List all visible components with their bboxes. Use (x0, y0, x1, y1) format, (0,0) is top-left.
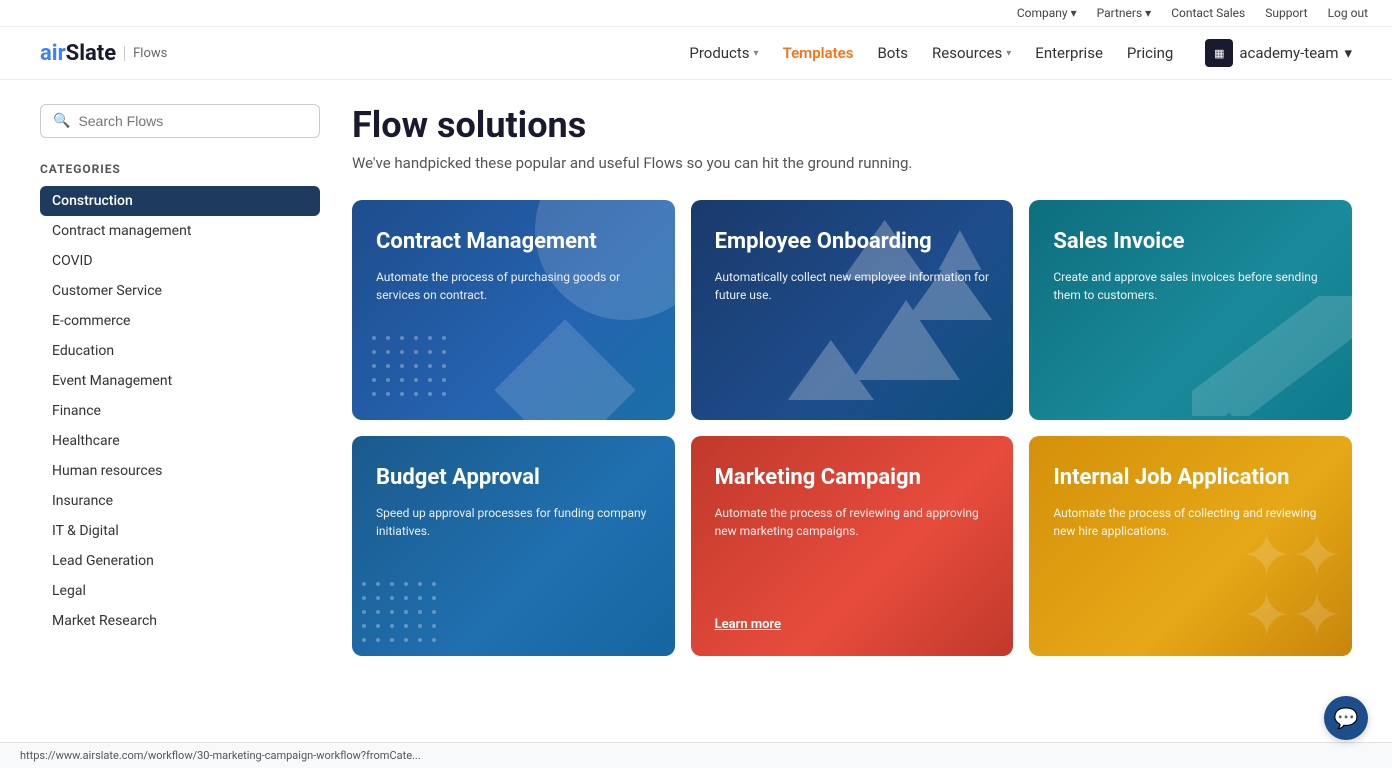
sidebar-item-healthcare[interactable]: Healthcare (40, 426, 320, 456)
page-title: Flow solutions (352, 104, 1352, 146)
logo-flows: Flows (124, 46, 167, 61)
sidebar-item-covid[interactable]: COVID (40, 246, 320, 276)
card-title: Employee Onboarding (715, 228, 990, 256)
nav-pricing[interactable]: Pricing (1127, 44, 1173, 62)
chat-icon: 💬 (1334, 706, 1359, 730)
page-subtitle: We've handpicked these popular and usefu… (352, 154, 1352, 172)
nav-bots[interactable]: Bots (877, 44, 908, 62)
logo[interactable]: airSlate Flows (40, 41, 167, 66)
chat-button[interactable]: 💬 (1324, 696, 1368, 740)
page-container: 🔍 CATEGORIES Construction Contract manag… (0, 80, 1392, 680)
topbar: Company ▾ Partners ▾ Contact Sales Suppo… (0, 0, 1392, 27)
card-desc: Automate the process of reviewing and ap… (715, 504, 990, 540)
learn-more-link[interactable]: Learn more (715, 601, 990, 632)
bottom-bar: https://www.airslate.com/workflow/30-mar… (0, 742, 1392, 768)
academy-team-menu[interactable]: ▦ academy-team ▾ (1205, 39, 1352, 67)
card-employee-onboarding[interactable]: Employee Onboarding Automatically collec… (691, 200, 1014, 420)
card-internal-job-application[interactable]: Internal Job Application Automate the pr… (1029, 436, 1352, 656)
card-title: Sales Invoice (1053, 228, 1328, 256)
search-box: 🔍 (40, 104, 320, 138)
card-desc: Create and approve sales invoices before… (1053, 268, 1328, 304)
card-desc: Automate the process of purchasing goods… (376, 268, 651, 304)
topbar-logout[interactable]: Log out (1328, 6, 1368, 20)
sidebar-item-human-resources[interactable]: Human resources (40, 456, 320, 486)
categories-label: CATEGORIES (40, 162, 320, 176)
dots-decoration (372, 336, 450, 400)
bottom-url: https://www.airslate.com/workflow/30-mar… (20, 749, 421, 762)
search-input[interactable] (78, 113, 307, 129)
nav-resources[interactable]: Resources ▾ (932, 44, 1011, 62)
card-title: Budget Approval (376, 464, 651, 492)
sidebar: 🔍 CATEGORIES Construction Contract manag… (40, 104, 320, 656)
nav-products[interactable]: Products ▾ (689, 44, 758, 62)
search-icon: 🔍 (53, 113, 70, 129)
nav-templates[interactable]: Templates (783, 44, 854, 62)
card-desc: Speed up approval processes for funding … (376, 504, 651, 540)
sidebar-item-construction[interactable]: Construction (40, 186, 320, 216)
chevron-down-icon: ▾ (1006, 48, 1011, 59)
sidebar-list: Construction Contract management COVID C… (40, 186, 320, 636)
navbar: airSlate Flows Products ▾ Templates Bots… (0, 27, 1392, 80)
card-contract-management[interactable]: Contract Management Automate the process… (352, 200, 675, 420)
card-title: Internal Job Application (1053, 464, 1328, 492)
sidebar-item-event-management[interactable]: Event Management (40, 366, 320, 396)
sidebar-item-insurance[interactable]: Insurance (40, 486, 320, 516)
topbar-support[interactable]: Support (1265, 6, 1307, 20)
sidebar-item-legal[interactable]: Legal (40, 576, 320, 606)
dots-decoration (362, 582, 440, 646)
topbar-partners[interactable]: Partners ▾ (1097, 6, 1152, 20)
card-marketing-campaign[interactable]: Marketing Campaign Automate the process … (691, 436, 1014, 656)
sidebar-item-contract-management[interactable]: Contract management (40, 216, 320, 246)
topbar-contact-sales[interactable]: Contact Sales (1171, 6, 1245, 20)
main-content: Flow solutions We've handpicked these po… (352, 104, 1352, 656)
topbar-company[interactable]: Company ▾ (1017, 6, 1077, 20)
card-desc: Automate the process of collecting and r… (1053, 504, 1328, 540)
sidebar-item-customer-service[interactable]: Customer Service (40, 276, 320, 306)
academy-icon: ▦ (1205, 39, 1233, 67)
card-title: Contract Management (376, 228, 651, 256)
sidebar-item-education[interactable]: Education (40, 336, 320, 366)
card-desc: Automatically collect new employee infor… (715, 268, 990, 304)
chevron-down-icon: ▾ (754, 48, 759, 59)
nav-enterprise[interactable]: Enterprise (1035, 44, 1103, 62)
card-sales-invoice[interactable]: Sales Invoice Create and approve sales i… (1029, 200, 1352, 420)
sidebar-item-finance[interactable]: Finance (40, 396, 320, 426)
card-title: Marketing Campaign (715, 464, 990, 492)
academy-label: academy-team (1239, 44, 1338, 62)
card-budget-approval[interactable]: Budget Approval Speed up approval proces… (352, 436, 675, 656)
nav-links: Products ▾ Templates Bots Resources ▾ En… (689, 44, 1173, 62)
logo-text: airSlate (40, 41, 116, 66)
cards-grid: Contract Management Automate the process… (352, 200, 1352, 656)
sidebar-item-it-digital[interactable]: IT & Digital (40, 516, 320, 546)
sidebar-item-market-research[interactable]: Market Research (40, 606, 320, 636)
chevron-down-icon: ▾ (1344, 44, 1352, 62)
sidebar-item-ecommerce[interactable]: E-commerce (40, 306, 320, 336)
sidebar-item-lead-generation[interactable]: Lead Generation (40, 546, 320, 576)
